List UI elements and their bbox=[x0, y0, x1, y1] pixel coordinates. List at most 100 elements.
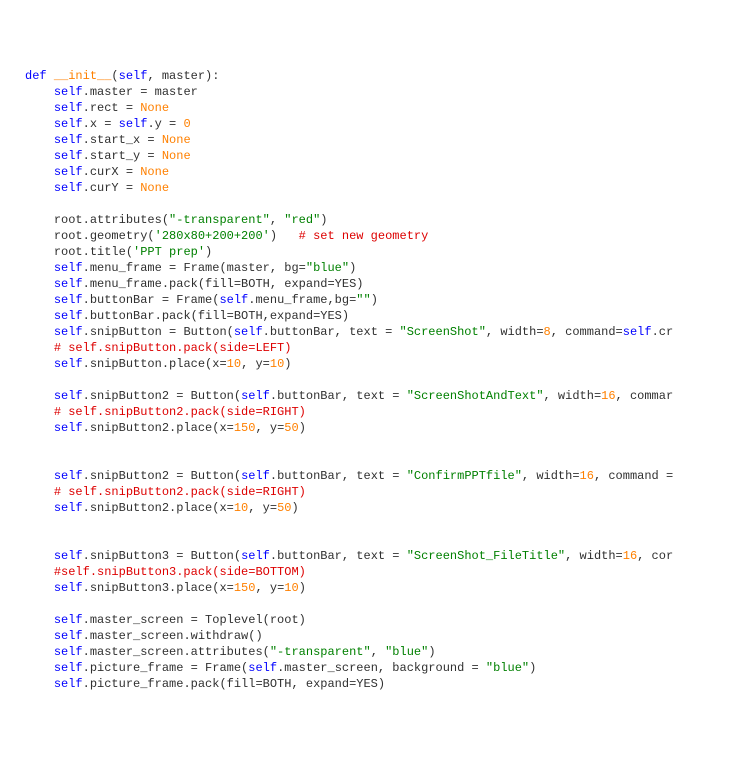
token-plain: .picture_frame = Frame( bbox=[83, 661, 249, 675]
token-fn: __init__ bbox=[54, 69, 112, 83]
token-plain: root.title( bbox=[54, 245, 133, 259]
token-plain: , y= bbox=[241, 357, 270, 371]
token-comment: # self.snipButton2.pack(side=RIGHT) bbox=[54, 485, 306, 499]
token-self-kw: self bbox=[248, 661, 277, 675]
token-self-kw: self bbox=[623, 325, 652, 339]
token-str: "ScreenShotAndText" bbox=[407, 389, 544, 403]
code-line bbox=[25, 516, 748, 532]
token-fn: None bbox=[140, 165, 169, 179]
token-plain: .buttonBar, text = bbox=[263, 325, 400, 339]
token-plain: .start_x = bbox=[83, 133, 162, 147]
token-self-kw: self bbox=[54, 389, 83, 403]
code-line: self.snipButton2 = Button(self.buttonBar… bbox=[25, 388, 748, 404]
code-line: self.menu_frame = Frame(master, bg="blue… bbox=[25, 260, 748, 276]
token-plain: ) bbox=[270, 229, 299, 243]
token-plain: root.geometry( bbox=[54, 229, 155, 243]
token-plain: .buttonBar, text = bbox=[270, 389, 407, 403]
token-plain: .menu_frame,bg= bbox=[248, 293, 356, 307]
token-plain: ) bbox=[284, 357, 291, 371]
token-plain: .snipButton.place(x= bbox=[83, 357, 227, 371]
token-self-kw: self bbox=[54, 149, 83, 163]
token-self-kw: self bbox=[54, 421, 83, 435]
code-line bbox=[25, 596, 748, 612]
code-line: # self.snipButton.pack(side=LEFT) bbox=[25, 340, 748, 356]
code-line: self.master_screen.withdraw() bbox=[25, 628, 748, 644]
token-plain: .x = bbox=[83, 117, 119, 131]
token-self-kw: self bbox=[54, 117, 83, 131]
token-str: "" bbox=[356, 293, 370, 307]
token-num: 10 bbox=[284, 581, 298, 595]
token-str: "-transparent" bbox=[169, 213, 270, 227]
token-comment: # self.snipButton2.pack(side=RIGHT) bbox=[54, 405, 306, 419]
token-plain: , width= bbox=[565, 549, 623, 563]
code-line: self.curY = None bbox=[25, 180, 748, 196]
token-str: 'PPT prep' bbox=[133, 245, 205, 259]
token-num: 16 bbox=[580, 469, 594, 483]
token-str: "ScreenShot_FileTitle" bbox=[407, 549, 565, 563]
token-num: 10 bbox=[270, 357, 284, 371]
code-line: self.master_screen.attributes("-transpar… bbox=[25, 644, 748, 660]
token-self-kw: self bbox=[54, 325, 83, 339]
code-line bbox=[25, 372, 748, 388]
code-line bbox=[25, 436, 748, 452]
token-num: 150 bbox=[234, 581, 256, 595]
code-line: self.snipButton2.place(x=10, y=50) bbox=[25, 500, 748, 516]
code-line: self.snipButton2 = Button(self.buttonBar… bbox=[25, 468, 748, 484]
token-str: "red" bbox=[284, 213, 320, 227]
token-plain: .menu_frame.pack(fill=BOTH, expand=YES) bbox=[83, 277, 364, 291]
code-line: self.x = self.y = 0 bbox=[25, 116, 748, 132]
token-plain: , y= bbox=[255, 421, 284, 435]
token-self-kw: self bbox=[54, 549, 83, 563]
token-plain: ) bbox=[205, 245, 212, 259]
token-plain: , bbox=[270, 213, 284, 227]
token-plain: .master_screen = Toplevel(root) bbox=[83, 613, 306, 627]
token-self-kw: self bbox=[219, 293, 248, 307]
token-plain: , command = bbox=[594, 469, 673, 483]
token-plain: ) bbox=[371, 293, 378, 307]
token-self-kw: self bbox=[54, 645, 83, 659]
token-plain: ) bbox=[320, 213, 327, 227]
code-line: self.rect = None bbox=[25, 100, 748, 116]
token-plain: .snipButton3 = Button( bbox=[83, 549, 241, 563]
token-self-kw: self bbox=[241, 389, 270, 403]
code-line: self.start_x = None bbox=[25, 132, 748, 148]
token-str: "ConfirmPPTfile" bbox=[407, 469, 522, 483]
token-plain: .buttonBar.pack(fill=BOTH,expand=YES) bbox=[83, 309, 349, 323]
token-self-kw: self bbox=[54, 293, 83, 307]
token-num: 16 bbox=[623, 549, 637, 563]
code-line: self.snipButton3.place(x=150, y=10) bbox=[25, 580, 748, 596]
token-plain: .rect = bbox=[83, 101, 141, 115]
code-line: self.start_y = None bbox=[25, 148, 748, 164]
token-num: 10 bbox=[234, 501, 248, 515]
token-plain: , command= bbox=[551, 325, 623, 339]
token-plain: , y= bbox=[255, 581, 284, 595]
token-num: 16 bbox=[601, 389, 615, 403]
token-num: 8 bbox=[544, 325, 551, 339]
code-line: # self.snipButton2.pack(side=RIGHT) bbox=[25, 484, 748, 500]
token-plain: .snipButton2.place(x= bbox=[83, 421, 234, 435]
code-line: self.curX = None bbox=[25, 164, 748, 180]
token-plain: ) bbox=[291, 501, 298, 515]
token-plain: .buttonBar, text = bbox=[270, 469, 407, 483]
token-num: 0 bbox=[183, 117, 190, 131]
token-plain: .snipButton = Button( bbox=[83, 325, 234, 339]
code-line: root.title('PPT prep') bbox=[25, 244, 748, 260]
token-self-kw: self bbox=[241, 549, 270, 563]
token-plain: .curY = bbox=[83, 181, 141, 195]
token-str: "ScreenShot" bbox=[400, 325, 486, 339]
token-self-kw: self bbox=[54, 501, 83, 515]
code-line: self.snipButton2.place(x=150, y=50) bbox=[25, 420, 748, 436]
token-comment: # set new geometry bbox=[299, 229, 429, 243]
token-plain: , width= bbox=[522, 469, 580, 483]
code-line: self.snipButton3 = Button(self.buttonBar… bbox=[25, 548, 748, 564]
token-self-kw: self bbox=[54, 677, 83, 691]
token-plain: ) bbox=[299, 421, 306, 435]
token-kw: def bbox=[25, 69, 47, 83]
token-fn: None bbox=[140, 101, 169, 115]
token-plain: , width= bbox=[544, 389, 602, 403]
token-plain: .start_y = bbox=[83, 149, 162, 163]
token-comment: # self.snipButton.pack(side=LEFT) bbox=[54, 341, 292, 355]
token-self-kw: self bbox=[54, 277, 83, 291]
token-plain: ) bbox=[428, 645, 435, 659]
token-plain: .picture_frame.pack(fill=BOTH, expand=YE… bbox=[83, 677, 385, 691]
